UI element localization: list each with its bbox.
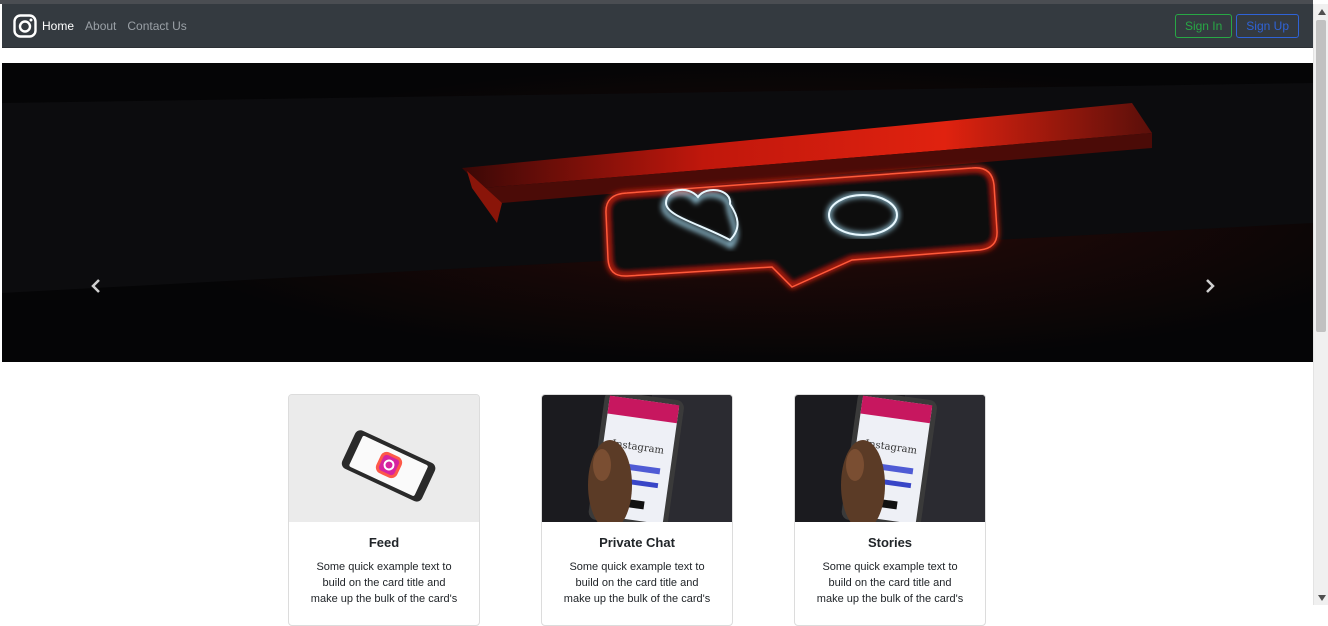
- card-stories: Instagram Stories Some quick example tex…: [794, 394, 986, 626]
- triangle-down-icon: [1317, 594, 1326, 601]
- carousel-next-button[interactable]: [1204, 278, 1228, 306]
- sign-in-button[interactable]: Sign In: [1174, 13, 1233, 38]
- scrollbar-thumb[interactable]: [1316, 20, 1326, 332]
- sign-up-button[interactable]: Sign Up: [1236, 13, 1299, 38]
- nav-links: Home About Contact Us: [42, 19, 198, 33]
- auth-buttons: Sign In Sign Up: [1174, 13, 1299, 38]
- card-title: Private Chat: [599, 535, 675, 550]
- card-title: Feed: [368, 535, 400, 550]
- neon-like-sign-photo: [2, 63, 1313, 362]
- card-text: Some quick example text to build on the …: [563, 561, 711, 605]
- carousel-prev-button[interactable]: [90, 278, 114, 306]
- card-text: Some quick example text to build on the …: [310, 561, 458, 605]
- instagram-logo-icon[interactable]: [13, 13, 37, 38]
- card-text: Some quick example text to build on the …: [816, 561, 964, 605]
- navbar: Home About Contact Us Sign In Sign Up: [2, 4, 1313, 48]
- nav-link-contact-us[interactable]: Contact Us: [127, 19, 186, 33]
- nav-link-home[interactable]: Home: [42, 19, 74, 33]
- phone-on-table-instagram-logo: [289, 395, 479, 522]
- card-feed: Feed Some quick example text to build on…: [288, 394, 480, 626]
- hand-holding-phone-instagram-login: Instagram: [795, 395, 985, 522]
- page-scrollbar[interactable]: [1313, 4, 1328, 605]
- triangle-up-icon: [1317, 8, 1326, 15]
- chevron-left-icon: [91, 279, 100, 293]
- card-private-chat: Instagram Private Chat Some quick exampl…: [541, 394, 733, 626]
- hand-holding-phone-instagram-login: Instagram: [542, 395, 732, 522]
- nav-link-about[interactable]: About: [85, 19, 116, 33]
- scroll-down-button[interactable]: [1314, 590, 1328, 605]
- hero-carousel: [2, 63, 1313, 362]
- card-title: Stories: [867, 535, 913, 550]
- chevron-right-icon: [1206, 279, 1215, 293]
- scroll-up-button[interactable]: [1314, 4, 1328, 19]
